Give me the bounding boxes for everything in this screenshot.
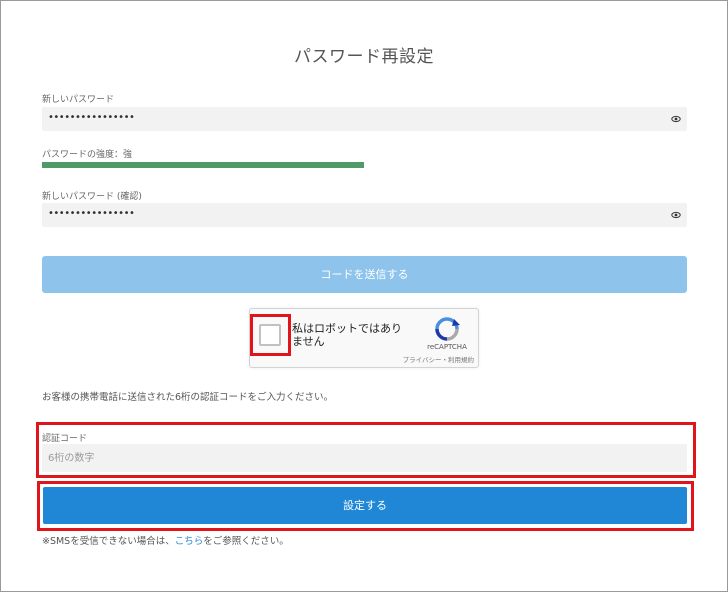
confirm-password-field[interactable]: •••••••••••••••• xyxy=(42,203,687,227)
highlight-verification-code xyxy=(36,422,696,478)
highlight-recaptcha-checkbox xyxy=(250,314,291,356)
sms-help-link[interactable]: こちら xyxy=(175,536,204,547)
page-title: パスワード再設定 xyxy=(294,47,434,67)
info-text: お客様の携帯電話に送信された6桁の認証コードをご入力ください。 xyxy=(42,392,334,403)
new-password-value: •••••••••••••••• xyxy=(48,112,135,123)
new-password-field[interactable]: •••••••••••••••• xyxy=(42,107,687,131)
recaptcha-label: 私はロボットではあり ません xyxy=(292,322,422,348)
password-strength-bar xyxy=(42,162,364,168)
recaptcha-brand: reCAPTCHA xyxy=(427,343,467,351)
recaptcha-links[interactable]: プライバシー・利用規約 xyxy=(384,354,474,364)
password-strength-label: パスワードの強度：強 xyxy=(42,150,133,160)
highlight-submit-button xyxy=(37,481,694,531)
recaptcha-logo-icon xyxy=(435,317,460,341)
sms-note-prefix: ※SMSを受信できない場合は、 xyxy=(42,536,175,547)
eye-icon[interactable] xyxy=(671,210,681,220)
confirm-password-label: 新しいパスワード (確認) xyxy=(42,192,142,202)
new-password-label: 新しいパスワード xyxy=(42,95,115,105)
recaptcha-label-line1: 私はロボットではあり xyxy=(292,322,402,335)
sms-note: ※SMSを受信できない場合は、こちらをご参照ください。 xyxy=(42,533,289,547)
send-code-button[interactable]: コードを送信する xyxy=(42,256,687,293)
confirm-password-value: •••••••••••••••• xyxy=(48,208,135,219)
recaptcha-label-line2: ません xyxy=(292,335,325,348)
eye-icon[interactable] xyxy=(671,114,681,124)
sms-note-suffix: をご参照ください。 xyxy=(203,536,289,547)
